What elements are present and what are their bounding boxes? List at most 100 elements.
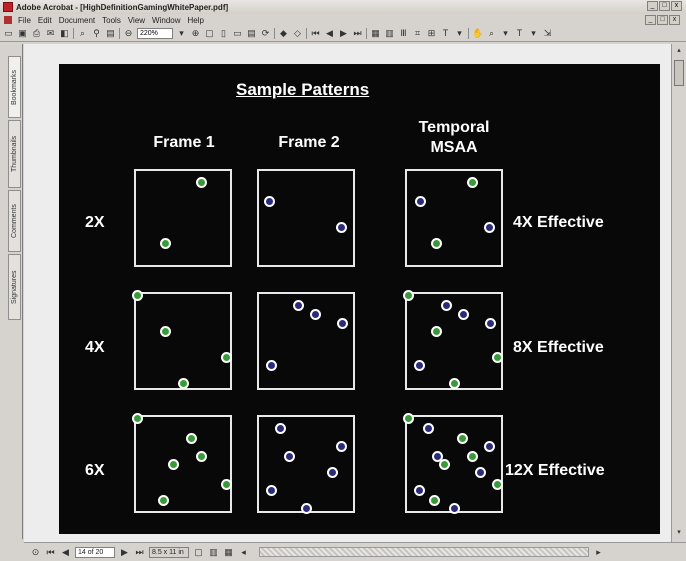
document-icon[interactable]	[4, 16, 12, 24]
table-select-icon[interactable]: ⊞	[426, 28, 437, 39]
find-icon[interactable]: ⌕	[77, 28, 88, 39]
last-page-icon[interactable]: ⏭	[134, 547, 145, 558]
row-effective-4x: 4X Effective	[513, 214, 604, 231]
sample-dot	[485, 318, 496, 329]
menu-view[interactable]: View	[128, 16, 145, 25]
menu-document[interactable]: Document	[59, 16, 95, 25]
sample-dot	[484, 222, 495, 233]
previous-page-icon[interactable]: ◀	[60, 547, 71, 558]
hand-tool-icon[interactable]: ✋	[472, 28, 483, 39]
open-icon[interactable]: ▭	[3, 28, 14, 39]
pattern-box-frame2-4x	[257, 292, 355, 390]
doc-minimize-button[interactable]: _	[645, 15, 656, 25]
next-page-icon[interactable]: ▶	[338, 28, 349, 39]
column-select-icon[interactable]: ⇲	[542, 28, 553, 39]
tab-signatures[interactable]: Signatures	[8, 254, 21, 320]
nav-menu-icon[interactable]: ⊙	[30, 547, 41, 558]
zoom-out-icon[interactable]: ⊖	[123, 28, 134, 39]
search-icon[interactable]: ⚲	[91, 28, 102, 39]
next-page-icon[interactable]: ▶	[119, 547, 130, 558]
continuous-layout-icon[interactable]: ▥	[208, 547, 219, 558]
sample-dot	[337, 318, 348, 329]
slide-page: Sample Patterns Frame 1 Frame 2 Temporal…	[59, 64, 660, 534]
sample-dot	[449, 503, 460, 514]
maximize-button[interactable]: □	[659, 1, 670, 11]
scroll-left-icon[interactable]: ◂	[238, 547, 249, 558]
scroll-down-icon[interactable]: ▾	[674, 528, 684, 538]
navigation-tabs: Bookmarks Thumbnails Comments Signatures	[8, 46, 22, 536]
continuous-icon[interactable]: ▥	[384, 28, 395, 39]
tab-bookmarks[interactable]: Bookmarks	[8, 56, 21, 118]
dropdown-icon[interactable]: ▾	[500, 28, 511, 39]
forward-icon[interactable]: ◇	[292, 28, 303, 39]
first-page-icon[interactable]: ⏮	[310, 28, 321, 39]
toolbar: ▭ ▣ ⎙ ✉ ◧ ⌕ ⚲ ▤ ⊖ 220% ▾ ⊕ ▢ ▯ ▭ ▤ ⟳ ◆ ◇…	[0, 26, 686, 42]
status-bar: ⊙ ⏮ ◀ 14 of 20 ▶ ⏭ 8.5 x 11 in ▢ ▥ ▦ ◂ ▸	[24, 542, 686, 561]
text-touchup-icon[interactable]: T	[440, 28, 451, 39]
menu-tools[interactable]: Tools	[102, 16, 121, 25]
sample-dot	[178, 378, 189, 389]
fit-width-icon[interactable]: ▭	[232, 28, 243, 39]
menu-file[interactable]: File	[18, 16, 31, 25]
dropdown-icon[interactable]: ▾	[528, 28, 539, 39]
sample-dot	[266, 485, 277, 496]
doc-close-button[interactable]: x	[669, 15, 680, 25]
row-label-2x: 2X	[85, 214, 105, 231]
sample-dot	[266, 360, 277, 371]
menu-window[interactable]: Window	[152, 16, 180, 25]
text-select-icon[interactable]: Ⅲ	[398, 28, 409, 39]
attach-icon[interactable]: ◧	[59, 28, 70, 39]
row-label-6x: 6X	[85, 462, 105, 479]
thumbnail-icon[interactable]: ▤	[105, 28, 116, 39]
vertical-scrollbar[interactable]: ▴ ▾	[671, 44, 686, 542]
reflow-icon[interactable]: ▤	[246, 28, 257, 39]
minimize-button[interactable]: _	[647, 1, 658, 11]
tab-thumbnails[interactable]: Thumbnails	[8, 120, 21, 188]
single-page-icon[interactable]: ▦	[370, 28, 381, 39]
nav-pane-divider[interactable]	[22, 44, 23, 539]
tab-comments[interactable]: Comments	[8, 190, 21, 252]
pattern-box-frame1-6x	[132, 413, 232, 513]
scroll-thumb[interactable]	[674, 60, 684, 86]
close-button[interactable]: x	[671, 1, 682, 11]
pattern-box-temporal-6x	[403, 413, 503, 514]
sample-dot	[458, 309, 469, 320]
zoom-tool-icon[interactable]: ⌕	[486, 28, 497, 39]
toolbar-separator	[366, 28, 367, 39]
facing-layout-icon[interactable]: ▦	[223, 547, 234, 558]
crop-icon[interactable]: ⌗	[412, 28, 423, 39]
column-header-frame-1: Frame 1	[153, 134, 215, 151]
print-icon[interactable]: ⎙	[31, 28, 42, 39]
dropdown-icon[interactable]: ▾	[454, 28, 465, 39]
last-page-icon[interactable]: ⏭	[352, 28, 363, 39]
email-icon[interactable]: ✉	[45, 28, 56, 39]
title-bar: Adobe Acrobat - [HighDefinitionGamingWhi…	[0, 0, 686, 14]
select-text-icon[interactable]: T	[514, 28, 525, 39]
sample-dot	[431, 238, 442, 249]
scroll-up-icon[interactable]: ▴	[674, 46, 684, 56]
acrobat-icon	[3, 2, 13, 12]
horizontal-scrollbar[interactable]	[259, 547, 589, 557]
column-header-temporal-msaa: Temporal MSAA	[418, 119, 490, 156]
zoom-in-icon[interactable]: ⊕	[190, 28, 201, 39]
scroll-right-icon[interactable]: ▸	[593, 547, 604, 558]
save-icon[interactable]: ▣	[17, 28, 28, 39]
back-icon[interactable]: ◆	[278, 28, 289, 39]
toolbar-separator	[73, 28, 74, 39]
first-page-icon[interactable]: ⏮	[45, 547, 56, 558]
column-header-frame-2: Frame 2	[278, 134, 340, 151]
menu-help[interactable]: Help	[188, 16, 204, 25]
fit-page-icon[interactable]: ▯	[218, 28, 229, 39]
doc-restore-button[interactable]: □	[657, 15, 668, 25]
document-view[interactable]: Sample Patterns Frame 1 Frame 2 Temporal…	[24, 44, 671, 542]
sample-dot	[467, 177, 478, 188]
sample-dot	[336, 222, 347, 233]
menu-edit[interactable]: Edit	[38, 16, 52, 25]
zoom-dropdown-icon[interactable]: ▾	[176, 28, 187, 39]
previous-page-icon[interactable]: ◀	[324, 28, 335, 39]
rotate-icon[interactable]: ⟳	[260, 28, 271, 39]
actual-size-icon[interactable]: ▢	[204, 28, 215, 39]
single-page-layout-icon[interactable]: ▢	[193, 547, 204, 558]
page-number-field[interactable]: 14 of 20	[75, 546, 115, 558]
zoom-field[interactable]: 220%	[137, 28, 173, 39]
